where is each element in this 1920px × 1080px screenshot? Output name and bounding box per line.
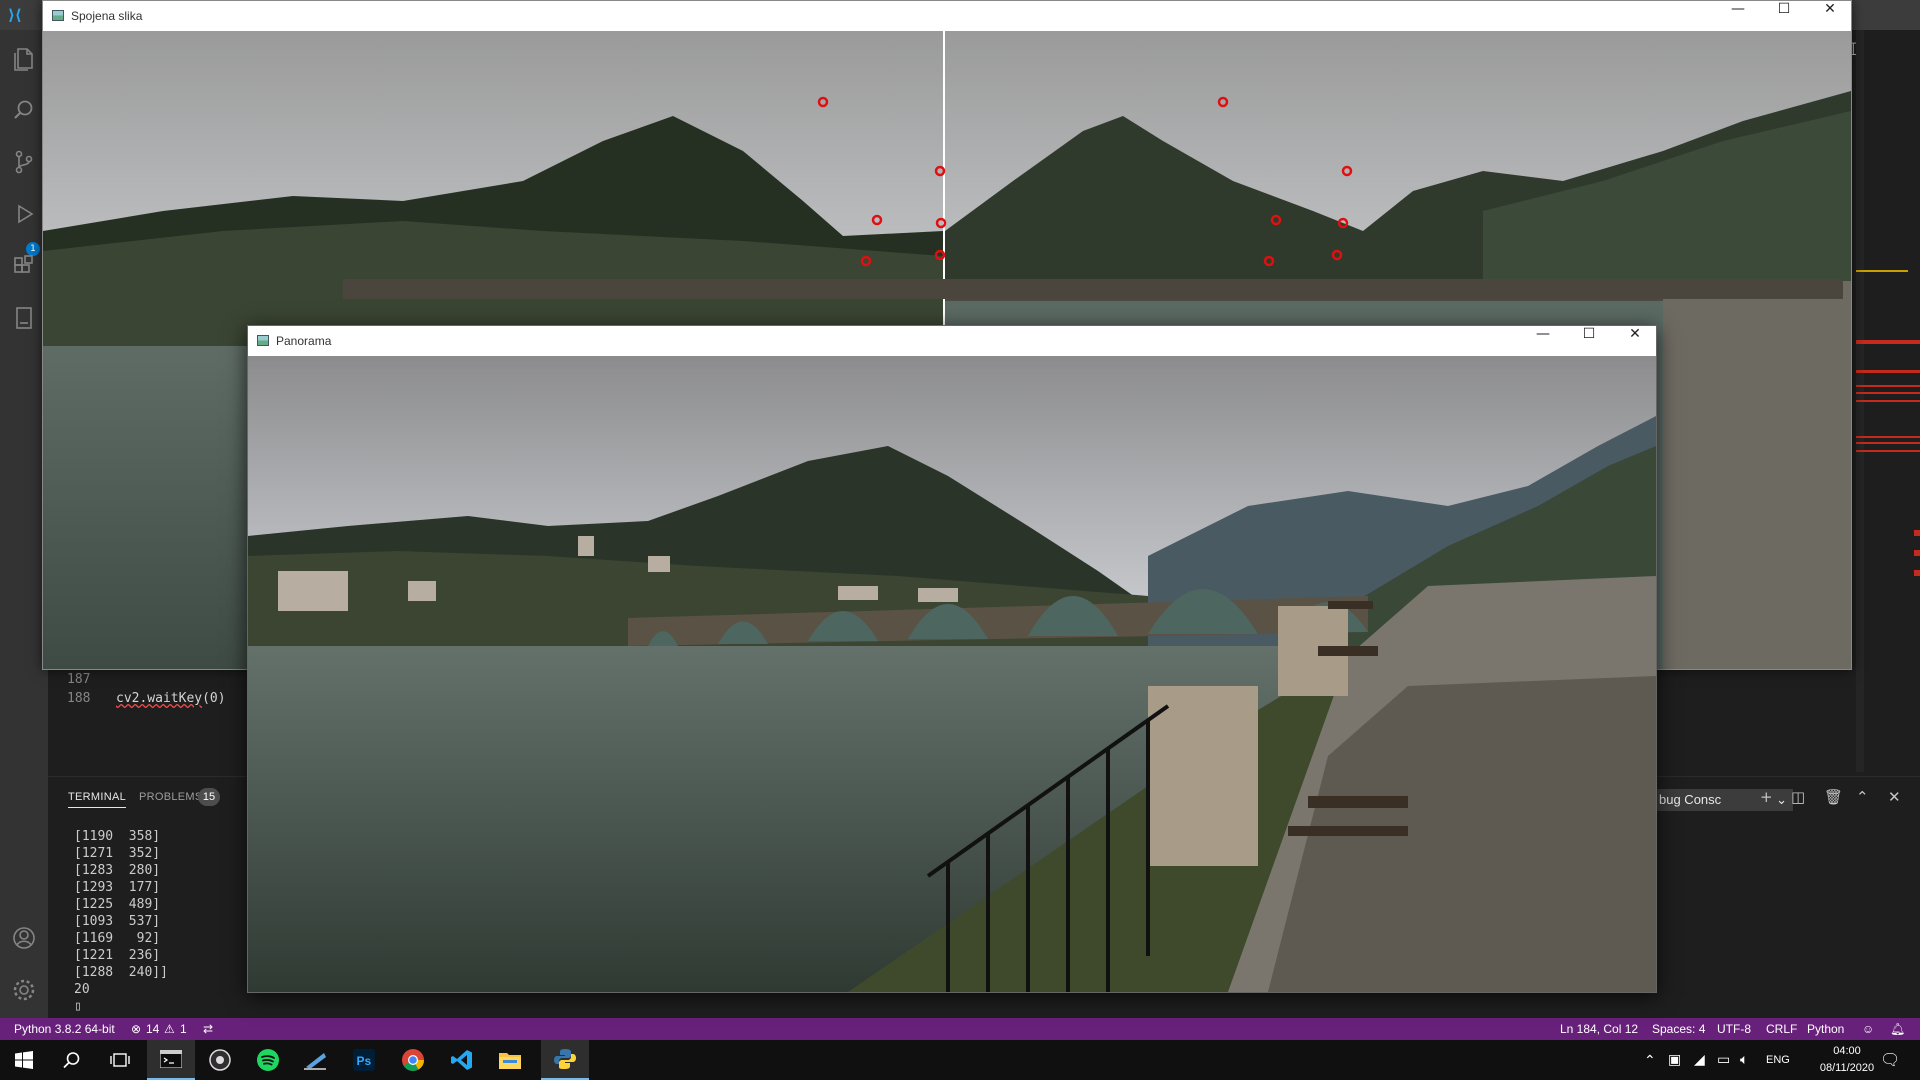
window-app-icon bbox=[257, 335, 269, 346]
python-interpreter[interactable]: Python 3.8.2 64-bit bbox=[14, 1022, 115, 1036]
flux-icon[interactable] bbox=[292, 1040, 340, 1080]
new-terminal-icon[interactable]: + bbox=[1760, 788, 1773, 806]
cursor-position[interactable]: Ln 184, Col 12 bbox=[1560, 1022, 1638, 1036]
meet-now-icon[interactable]: ▣ bbox=[1668, 1051, 1681, 1068]
window-titlebar[interactable]: Panorama — ☐ ✕ bbox=[248, 326, 1656, 356]
terminal-line: 20 bbox=[74, 982, 90, 997]
code-function: cv2.waitKey bbox=[116, 691, 203, 706]
close-icon[interactable]: ✕ bbox=[1807, 1, 1853, 31]
search-icon[interactable] bbox=[10, 96, 38, 124]
search-icon[interactable] bbox=[48, 1040, 96, 1080]
account-icon[interactable] bbox=[10, 924, 38, 952]
settings-gear-icon[interactable] bbox=[10, 976, 38, 1004]
minimap[interactable] bbox=[1856, 30, 1920, 772]
terminal-line: [1225 489] bbox=[74, 897, 161, 912]
close-icon[interactable]: ✕ bbox=[1612, 326, 1658, 356]
close-panel-icon[interactable]: ✕ bbox=[1888, 788, 1901, 806]
windows-taskbar: Ps ⌃ ▣ ◢ ▭ 🔈︎ ENG 04:00 08/11/2020 🗨︎ bbox=[0, 1040, 1920, 1080]
task-view-icon[interactable] bbox=[96, 1040, 144, 1080]
minimize-icon[interactable]: — bbox=[1715, 1, 1761, 31]
svg-text:Ps: Ps bbox=[357, 1054, 372, 1068]
line-ending[interactable]: CRLF bbox=[1766, 1022, 1797, 1036]
extensions-icon[interactable] bbox=[10, 252, 38, 280]
code-line[interactable]: cv2.waitKey(0) bbox=[116, 691, 226, 706]
code-args: (0) bbox=[202, 691, 226, 706]
terminal-line: [1093 537] bbox=[74, 914, 161, 929]
battery-icon[interactable]: ▭ bbox=[1717, 1051, 1730, 1068]
maximize-panel-icon[interactable]: ⌃ bbox=[1856, 788, 1869, 806]
language-mode[interactable]: Python bbox=[1807, 1022, 1844, 1036]
window-title: Spojena slika bbox=[71, 9, 143, 23]
problems-count-badge: 15 bbox=[198, 788, 220, 806]
tab-terminal[interactable]: TERMINAL bbox=[68, 791, 127, 808]
chevron-down-icon: ⌄ bbox=[1776, 792, 1787, 807]
minimize-icon[interactable]: — bbox=[1520, 326, 1566, 356]
status-bar: Python 3.8.2 64-bit ⊗ 14 ⚠ 1 ⇄ Ln 184, C… bbox=[0, 1018, 1920, 1040]
terminal-line: [1293 177] bbox=[74, 880, 161, 895]
notebook-icon[interactable] bbox=[10, 304, 38, 332]
terminal-line: [1169 92] bbox=[74, 931, 161, 946]
action-center-icon[interactable]: 🗨︎ bbox=[1880, 1050, 1900, 1070]
terminal-line: [1190 358] bbox=[74, 829, 161, 844]
clock-date[interactable]: 08/11/2020 bbox=[1816, 1062, 1878, 1074]
terminal-icon[interactable] bbox=[147, 1040, 195, 1080]
terminal-line: [1221 236] bbox=[74, 948, 161, 963]
maximize-icon[interactable]: ☐ bbox=[1761, 1, 1807, 31]
input-language[interactable]: ENG bbox=[1766, 1054, 1790, 1066]
spotify-icon[interactable] bbox=[244, 1040, 292, 1080]
show-hidden-icons-icon[interactable]: ⌃ bbox=[1644, 1052, 1656, 1069]
terminal-select-label: bug Consc bbox=[1659, 792, 1722, 807]
panorama-window[interactable]: Panorama — ☐ ✕ bbox=[247, 325, 1657, 993]
line-number: 188 bbox=[67, 691, 91, 706]
obs-icon[interactable] bbox=[196, 1040, 244, 1080]
clock-time[interactable]: 04:00 bbox=[1816, 1045, 1878, 1057]
source-control-icon[interactable] bbox=[10, 148, 38, 176]
live-share-icon[interactable]: ⇄ bbox=[203, 1022, 213, 1036]
panorama-image-canvas bbox=[248, 356, 1656, 992]
photoshop-icon[interactable]: Ps bbox=[340, 1040, 388, 1080]
terminal-line: [1271 352] bbox=[74, 846, 161, 861]
activity-bar: 1 bbox=[0, 30, 48, 1022]
tab-problems[interactable]: PROBLEMS bbox=[139, 791, 203, 803]
window-titlebar[interactable]: Spojena slika — ☐ ✕ bbox=[43, 1, 1851, 31]
python-icon[interactable] bbox=[541, 1040, 589, 1080]
terminal-line: [1288 240]] bbox=[74, 965, 168, 980]
error-icon: ⊗ bbox=[131, 1022, 142, 1036]
maximize-icon[interactable]: ☐ bbox=[1566, 326, 1612, 356]
file-explorer-icon[interactable] bbox=[486, 1040, 534, 1080]
warning-count[interactable]: 1 bbox=[180, 1022, 187, 1036]
chrome-icon[interactable] bbox=[389, 1040, 437, 1080]
indentation[interactable]: Spaces: 4 bbox=[1652, 1022, 1705, 1036]
terminal-cursor[interactable]: ▯ bbox=[74, 999, 82, 1014]
run-debug-icon[interactable] bbox=[10, 200, 38, 228]
notifications-bell-icon[interactable]: 🔔︎ bbox=[1890, 1022, 1905, 1036]
window-app-icon bbox=[52, 10, 64, 21]
window-title: Panorama bbox=[276, 334, 332, 348]
network-icon[interactable]: ◢ bbox=[1694, 1051, 1705, 1068]
kill-terminal-icon[interactable]: 🗑 bbox=[1824, 788, 1843, 806]
volume-icon[interactable]: 🔈︎ bbox=[1740, 1051, 1748, 1068]
error-count[interactable]: 14 bbox=[146, 1022, 159, 1036]
feedback-icon[interactable]: ☺ bbox=[1862, 1022, 1874, 1036]
encoding[interactable]: UTF-8 bbox=[1717, 1022, 1751, 1036]
explorer-icon[interactable] bbox=[10, 44, 38, 72]
start-icon[interactable] bbox=[0, 1040, 48, 1080]
terminal-line: [1283 280] bbox=[74, 863, 161, 878]
split-terminal-icon[interactable]: ◫ bbox=[1791, 788, 1805, 806]
vscode-logo-icon: ⟩⟨ bbox=[8, 6, 22, 24]
warning-icon: ⚠ bbox=[164, 1022, 175, 1036]
vscode-icon[interactable] bbox=[438, 1040, 486, 1080]
line-number: 187 bbox=[67, 672, 91, 687]
